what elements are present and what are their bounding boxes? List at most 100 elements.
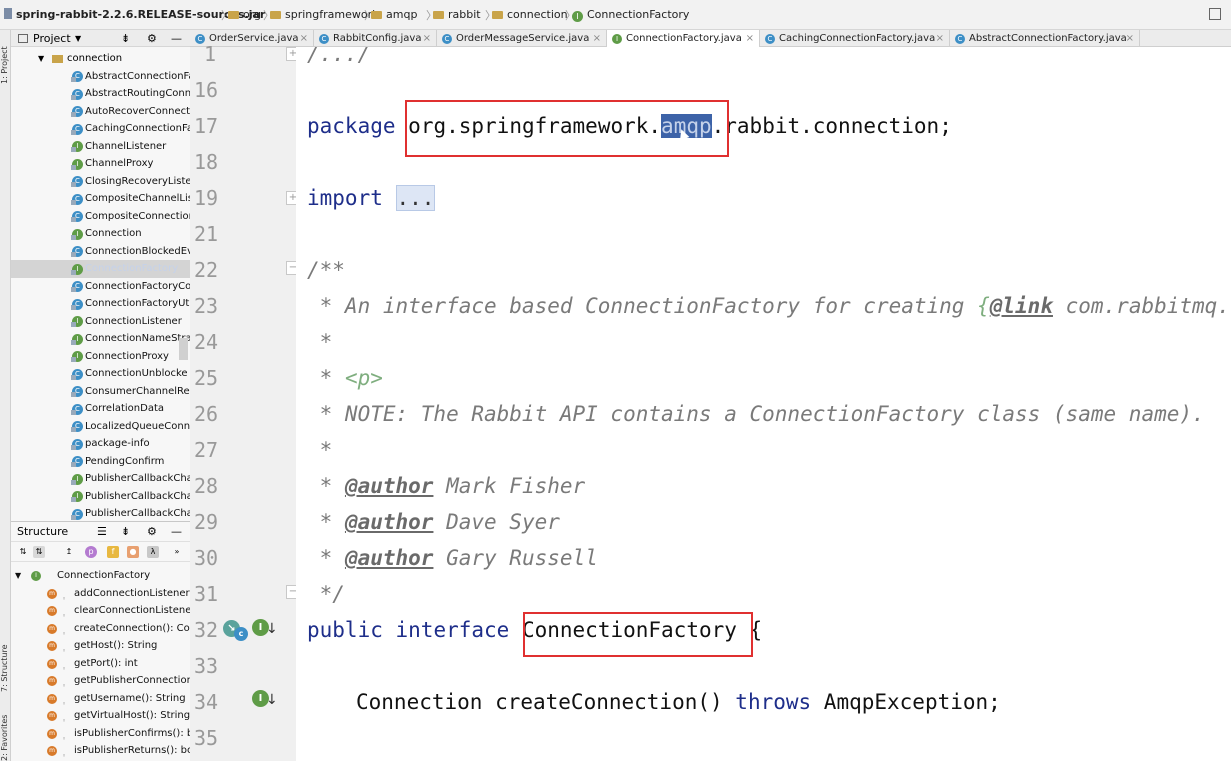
favorites-tool-button[interactable]: 2: Favorites — [0, 705, 11, 761]
tree-item[interactable]: C AutoRecoverConnecti — [11, 103, 190, 121]
tab-rabbitconfig[interactable]: C RabbitConfig.java × — [314, 30, 437, 47]
minimize-icon[interactable]: — — [171, 30, 182, 47]
chevron-down-icon[interactable]: ▼ — [38, 50, 44, 68]
code-editor[interactable]: /.../ package org.springframework.amqp.r… — [296, 47, 1231, 761]
tree-item[interactable]: C AbstractConnectionFa — [11, 68, 190, 86]
tree-item[interactable]: Cpackage-info — [11, 435, 190, 453]
structure-member[interactable]: m ◦ getVirtualHost(): String — [11, 707, 190, 725]
class-icon: C — [71, 246, 83, 257]
tree-folder-connection[interactable]: ▼ connection — [11, 50, 190, 68]
sort-visibility-icon[interactable]: ⇅ — [33, 546, 45, 558]
code-line-doc-open: /** — [307, 258, 345, 282]
tree-item[interactable]: C CompositeChannelLis — [11, 190, 190, 208]
breadcrumb-org[interactable]: org — [228, 8, 261, 21]
tree-item[interactable]: I ConnectionNameStra — [11, 330, 190, 348]
close-icon[interactable]: × — [936, 30, 944, 47]
tree-item[interactable]: C ConnectionFactoryCo — [11, 278, 190, 296]
close-icon[interactable]: × — [423, 30, 431, 47]
tree-item[interactable]: C ClosingRecoveryListe — [11, 173, 190, 191]
tree-item[interactable]: I Connection — [11, 225, 190, 243]
project-panel-title[interactable]: Project — [33, 30, 71, 47]
tab-abstractconnectionfactory[interactable]: C AbstractConnectionFactory.java × — [950, 30, 1140, 47]
breadcrumb-connectionfactory[interactable]: I ConnectionFactory — [572, 8, 689, 22]
visibility-icon: ◦ — [62, 717, 67, 725]
tree-item[interactable]: I ConnectionListener — [11, 313, 190, 331]
structure-member[interactable]: m ◦ getPublisherConnection — [11, 672, 190, 690]
structure-member[interactable]: m ◦ getPort(): int — [11, 655, 190, 672]
arrow-down-icon[interactable]: ↓ — [266, 621, 278, 637]
class-icon: C — [71, 368, 83, 380]
folded-imports[interactable]: ... — [395, 185, 436, 211]
collapse-icon[interactable]: ⇟ — [121, 30, 130, 47]
breadcrumb-connection[interactable]: connection — [492, 8, 568, 21]
code-line-import: import ... — [307, 185, 436, 211]
show-lambdas-icon[interactable]: λ — [147, 546, 159, 558]
structure-member[interactable]: m ◦ isPublisherReturns(): bo — [11, 742, 190, 760]
scrollbar-thumb[interactable] — [179, 338, 188, 360]
show-inherited-icon[interactable]: ↥ — [63, 546, 75, 558]
line-number: 24 — [194, 330, 219, 354]
gear-icon[interactable]: ⚙ — [147, 522, 157, 542]
tree-item[interactable]: C CachingConnectionFa — [11, 120, 190, 138]
tree-item[interactable]: C CorrelationData — [11, 400, 190, 418]
tree-item[interactable]: C AbstractRoutingConn — [11, 85, 190, 103]
code-line-author3: * @author Gary Russell — [307, 546, 598, 570]
structure-root[interactable]: ▼ I ConnectionFactory — [11, 567, 190, 585]
tree-item[interactable]: C PendingConfirm — [11, 453, 190, 471]
project-tool-button[interactable]: 1: Project — [0, 34, 11, 84]
tree-item[interactable]: C ConsumerChannelReg — [11, 383, 190, 401]
line-number: 27 — [194, 438, 219, 462]
tree-item[interactable]: I ChannelProxy — [11, 155, 190, 173]
structure-member[interactable]: m ◦ isPublisherConfirms(): b — [11, 725, 190, 742]
line-number: 31 — [194, 582, 219, 606]
tree-item[interactable]: C LocalizedQueueConn — [11, 418, 190, 436]
show-properties-icon[interactable]: p — [85, 546, 97, 558]
tree-item[interactable]: C ConnectionBlockedEv — [11, 243, 190, 261]
structure-member[interactable]: m ◦ getUsername(): String — [11, 690, 190, 707]
code-line-doc-star: * — [307, 330, 333, 354]
collapse-all-icon[interactable]: ⇟ — [121, 522, 130, 542]
tree-item[interactable]: I ConnectionProxy — [11, 348, 190, 366]
class-icon: C — [71, 106, 83, 117]
visibility-icon: ◦ — [62, 647, 67, 655]
close-icon[interactable]: × — [746, 30, 754, 47]
tree-item[interactable]: I ConnectionFactory — [11, 260, 190, 278]
minimize-icon[interactable]: — — [171, 522, 182, 542]
structure-member[interactable]: m ◦ createConnection(): Cor — [11, 620, 190, 637]
close-icon[interactable]: × — [1126, 30, 1134, 47]
tree-item[interactable]: I PublisherCallbackCha — [11, 488, 190, 506]
more-icon[interactable]: » — [171, 546, 183, 558]
tree-item[interactable]: C CompositeConnection — [11, 208, 190, 226]
structure-member[interactable]: m ◦ getHost(): String — [11, 637, 190, 655]
line-number: 30 — [194, 546, 219, 570]
structure-tool-button[interactable]: 7: Structure — [0, 622, 11, 692]
tree-item[interactable]: I PublisherCallbackCha — [11, 470, 190, 488]
breadcrumb-rabbit[interactable]: rabbit — [433, 8, 481, 21]
chevron-down-icon[interactable]: ▼ — [75, 30, 81, 47]
chevron-down-icon[interactable]: ▼ — [15, 567, 21, 585]
tab-ordermessageservice[interactable]: C OrderMessageService.java × — [437, 30, 607, 47]
breadcrumb-amqp[interactable]: amqp — [371, 8, 417, 21]
structure-member[interactable]: m ◦ addConnectionListener — [11, 585, 190, 602]
close-icon[interactable]: × — [593, 30, 601, 47]
tree-item[interactable]: I ChannelListener — [11, 138, 190, 156]
show-non-public-icon[interactable]: ● — [127, 546, 139, 558]
close-icon[interactable]: × — [300, 30, 308, 47]
tree-item[interactable]: C PublisherCallbackCha — [11, 505, 190, 521]
code-line-author2: * @author Dave Syer — [307, 510, 560, 534]
gear-icon[interactable]: ⚙ — [147, 30, 157, 47]
tree-item[interactable]: C ConnectionUnblocke — [11, 365, 190, 383]
jar-icon — [4, 8, 12, 19]
window-icon[interactable] — [1209, 8, 1221, 20]
show-fields-icon[interactable]: f — [107, 546, 119, 558]
breadcrumb-springframework[interactable]: springframework — [270, 8, 378, 21]
tab-cachingconnectionfactory[interactable]: C CachingConnectionFactory.java × — [760, 30, 950, 47]
expand-all-icon[interactable]: ☰ — [97, 522, 107, 542]
arrow-down-icon[interactable]: ↓ — [266, 692, 278, 708]
tree-item[interactable]: C ConnectionFactoryUti — [11, 295, 190, 313]
sort-alpha-icon[interactable]: ⇅ — [17, 546, 29, 558]
class-icon[interactable]: c — [234, 627, 248, 641]
class-icon: C — [71, 421, 83, 432]
structure-member[interactable]: m ◦ clearConnectionListener — [11, 602, 190, 620]
tab-connectionfactory[interactable]: I ConnectionFactory.java × — [607, 30, 760, 47]
